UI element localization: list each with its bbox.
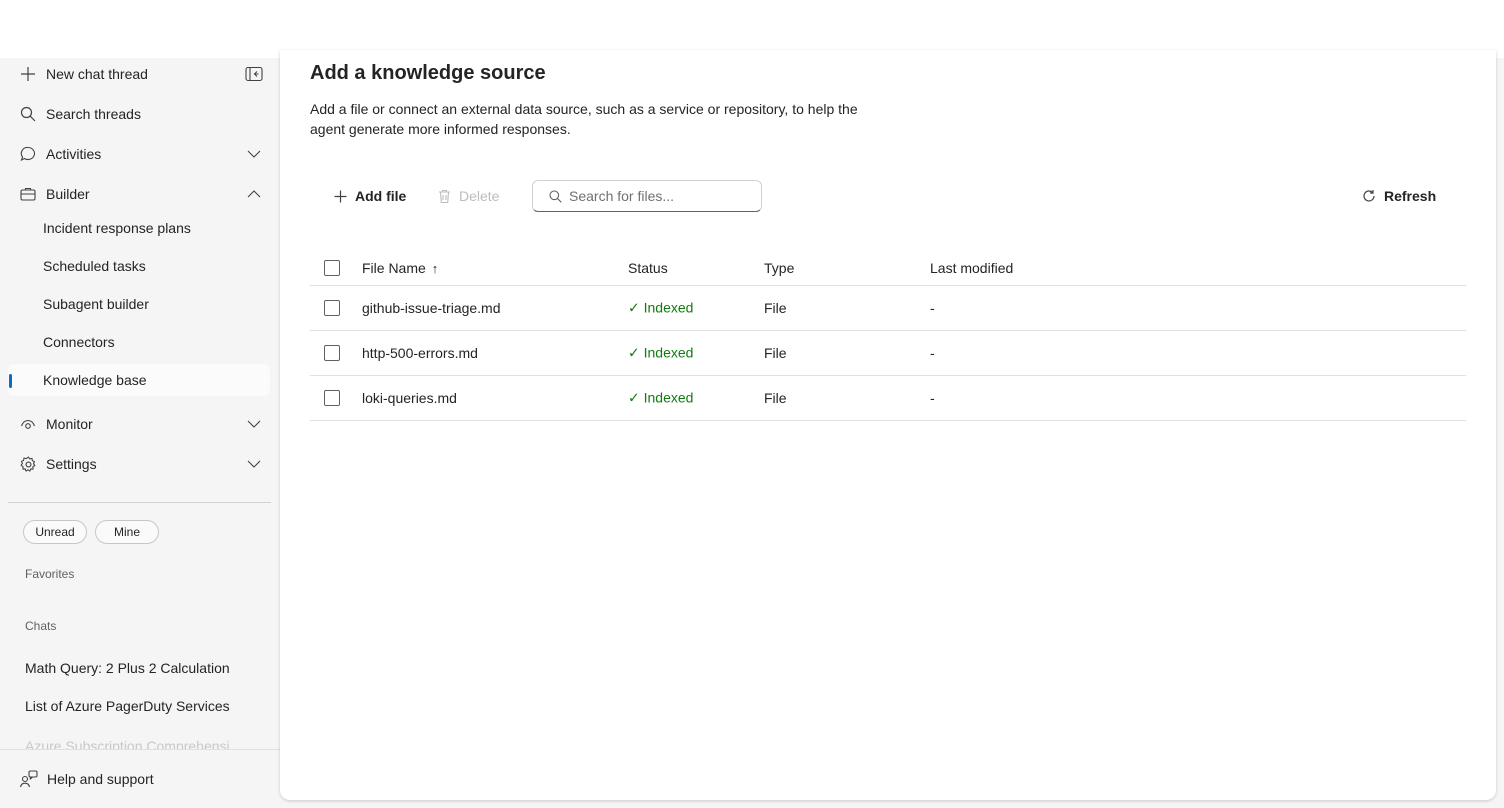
main-panel: Add a knowledge source Add a file or con… [280,50,1496,800]
help-people-icon [19,769,39,789]
sidebar-item-scheduled-tasks[interactable]: Scheduled tasks [8,250,270,282]
delete-button[interactable]: Delete [438,184,499,208]
search-threads-label: Search threads [46,106,141,122]
eye-icon [18,414,38,434]
type-cell: File [764,345,787,361]
filter-mine-button[interactable]: Mine [95,520,159,544]
page-description: Add a file or connect an external data s… [310,101,858,137]
status-badge: ✓ Indexed [628,344,694,361]
sidebar-item-knowledge-base[interactable]: Knowledge base [8,364,270,396]
search-files-input[interactable] [569,188,739,204]
chat-item[interactable]: List of Azure PagerDuty Services [25,698,265,714]
column-header-type[interactable]: Type [764,260,794,276]
active-indicator [9,374,12,388]
nav-builder[interactable]: Builder [8,176,270,212]
briefcase-icon [18,184,38,204]
table-header: File Name ↑ Status Type Last modified [310,250,1466,286]
file-name-header-label: File Name [362,259,426,276]
sidebar-divider [8,502,271,503]
chevron-down-icon [244,454,264,474]
nav-activities[interactable]: Activities [8,136,270,172]
help-and-support-button[interactable]: Help and support [0,749,280,808]
trash-icon [438,189,451,204]
page-title: Add a knowledge source [310,62,546,84]
file-name-cell: http-500-errors.md [362,345,478,361]
search-files-field[interactable] [532,180,762,212]
status-badge: ✓ Indexed [628,389,694,406]
search-icon [18,104,38,124]
refresh-icon [1362,189,1376,203]
file-name-cell: loki-queries.md [362,390,457,406]
table-row[interactable]: github-issue-triage.md ✓ Indexed File - [310,286,1466,331]
delete-label: Delete [459,188,500,204]
plus-icon [334,190,347,203]
last-modified-cell: - [930,390,935,406]
sidebar-item-connectors[interactable]: Connectors [8,326,270,358]
nav-monitor[interactable]: Monitor [8,406,270,442]
sidebar: New chat thread Search threads Activitie… [0,58,280,808]
chat-bubble-icon [18,144,38,164]
row-checkbox[interactable] [324,300,340,316]
favorites-heading: Favorites [25,567,75,581]
add-file-button[interactable]: Add file [334,184,406,208]
table-row[interactable]: http-500-errors.md ✓ Indexed File - [310,331,1466,376]
column-header-last-modified[interactable]: Last modified [930,260,1013,276]
collapse-sidebar-icon[interactable] [244,64,264,84]
last-modified-cell: - [930,300,935,316]
table-row[interactable]: loki-queries.md ✓ Indexed File - [310,376,1466,421]
plus-icon [18,64,38,84]
add-file-label: Add file [355,188,407,204]
row-checkbox[interactable] [324,345,340,361]
chevron-down-icon [244,414,264,434]
sidebar-item-incident-response-plans[interactable]: Incident response plans [8,212,270,244]
file-name-cell: github-issue-triage.md [362,300,501,316]
help-and-support-label: Help and support [47,771,154,787]
new-chat-thread-button[interactable]: New chat thread [8,56,270,92]
search-threads-button[interactable]: Search threads [8,96,270,132]
new-chat-thread-label: New chat thread [46,66,148,82]
chevron-up-icon [244,184,264,204]
chat-item[interactable]: Math Query: 2 Plus 2 Calculation [25,660,265,676]
nav-settings[interactable]: Settings [8,446,270,482]
last-modified-cell: - [930,345,935,361]
type-cell: File [764,300,787,316]
column-header-file-name[interactable]: File Name ↑ [362,260,438,276]
gear-icon [18,454,38,474]
chevron-down-icon [244,144,264,164]
settings-label: Settings [46,456,97,472]
row-checkbox[interactable] [324,390,340,406]
monitor-label: Monitor [46,416,93,432]
activities-label: Activities [46,146,102,162]
search-icon [549,189,562,203]
select-all-checkbox[interactable] [324,259,340,276]
chats-heading: Chats [25,619,57,633]
refresh-label: Refresh [1384,188,1437,204]
type-cell: File [764,390,787,406]
builder-label: Builder [46,186,90,202]
sort-ascending-icon: ↑ [431,260,439,276]
filter-unread-button[interactable]: Unread [23,520,87,544]
files-table: File Name ↑ Status Type Last modified gi… [310,250,1466,421]
status-badge: ✓ Indexed [628,299,694,316]
column-header-status[interactable]: Status [628,260,668,276]
refresh-button[interactable]: Refresh [1362,184,1436,208]
sidebar-item-subagent-builder[interactable]: Subagent builder [8,288,270,320]
